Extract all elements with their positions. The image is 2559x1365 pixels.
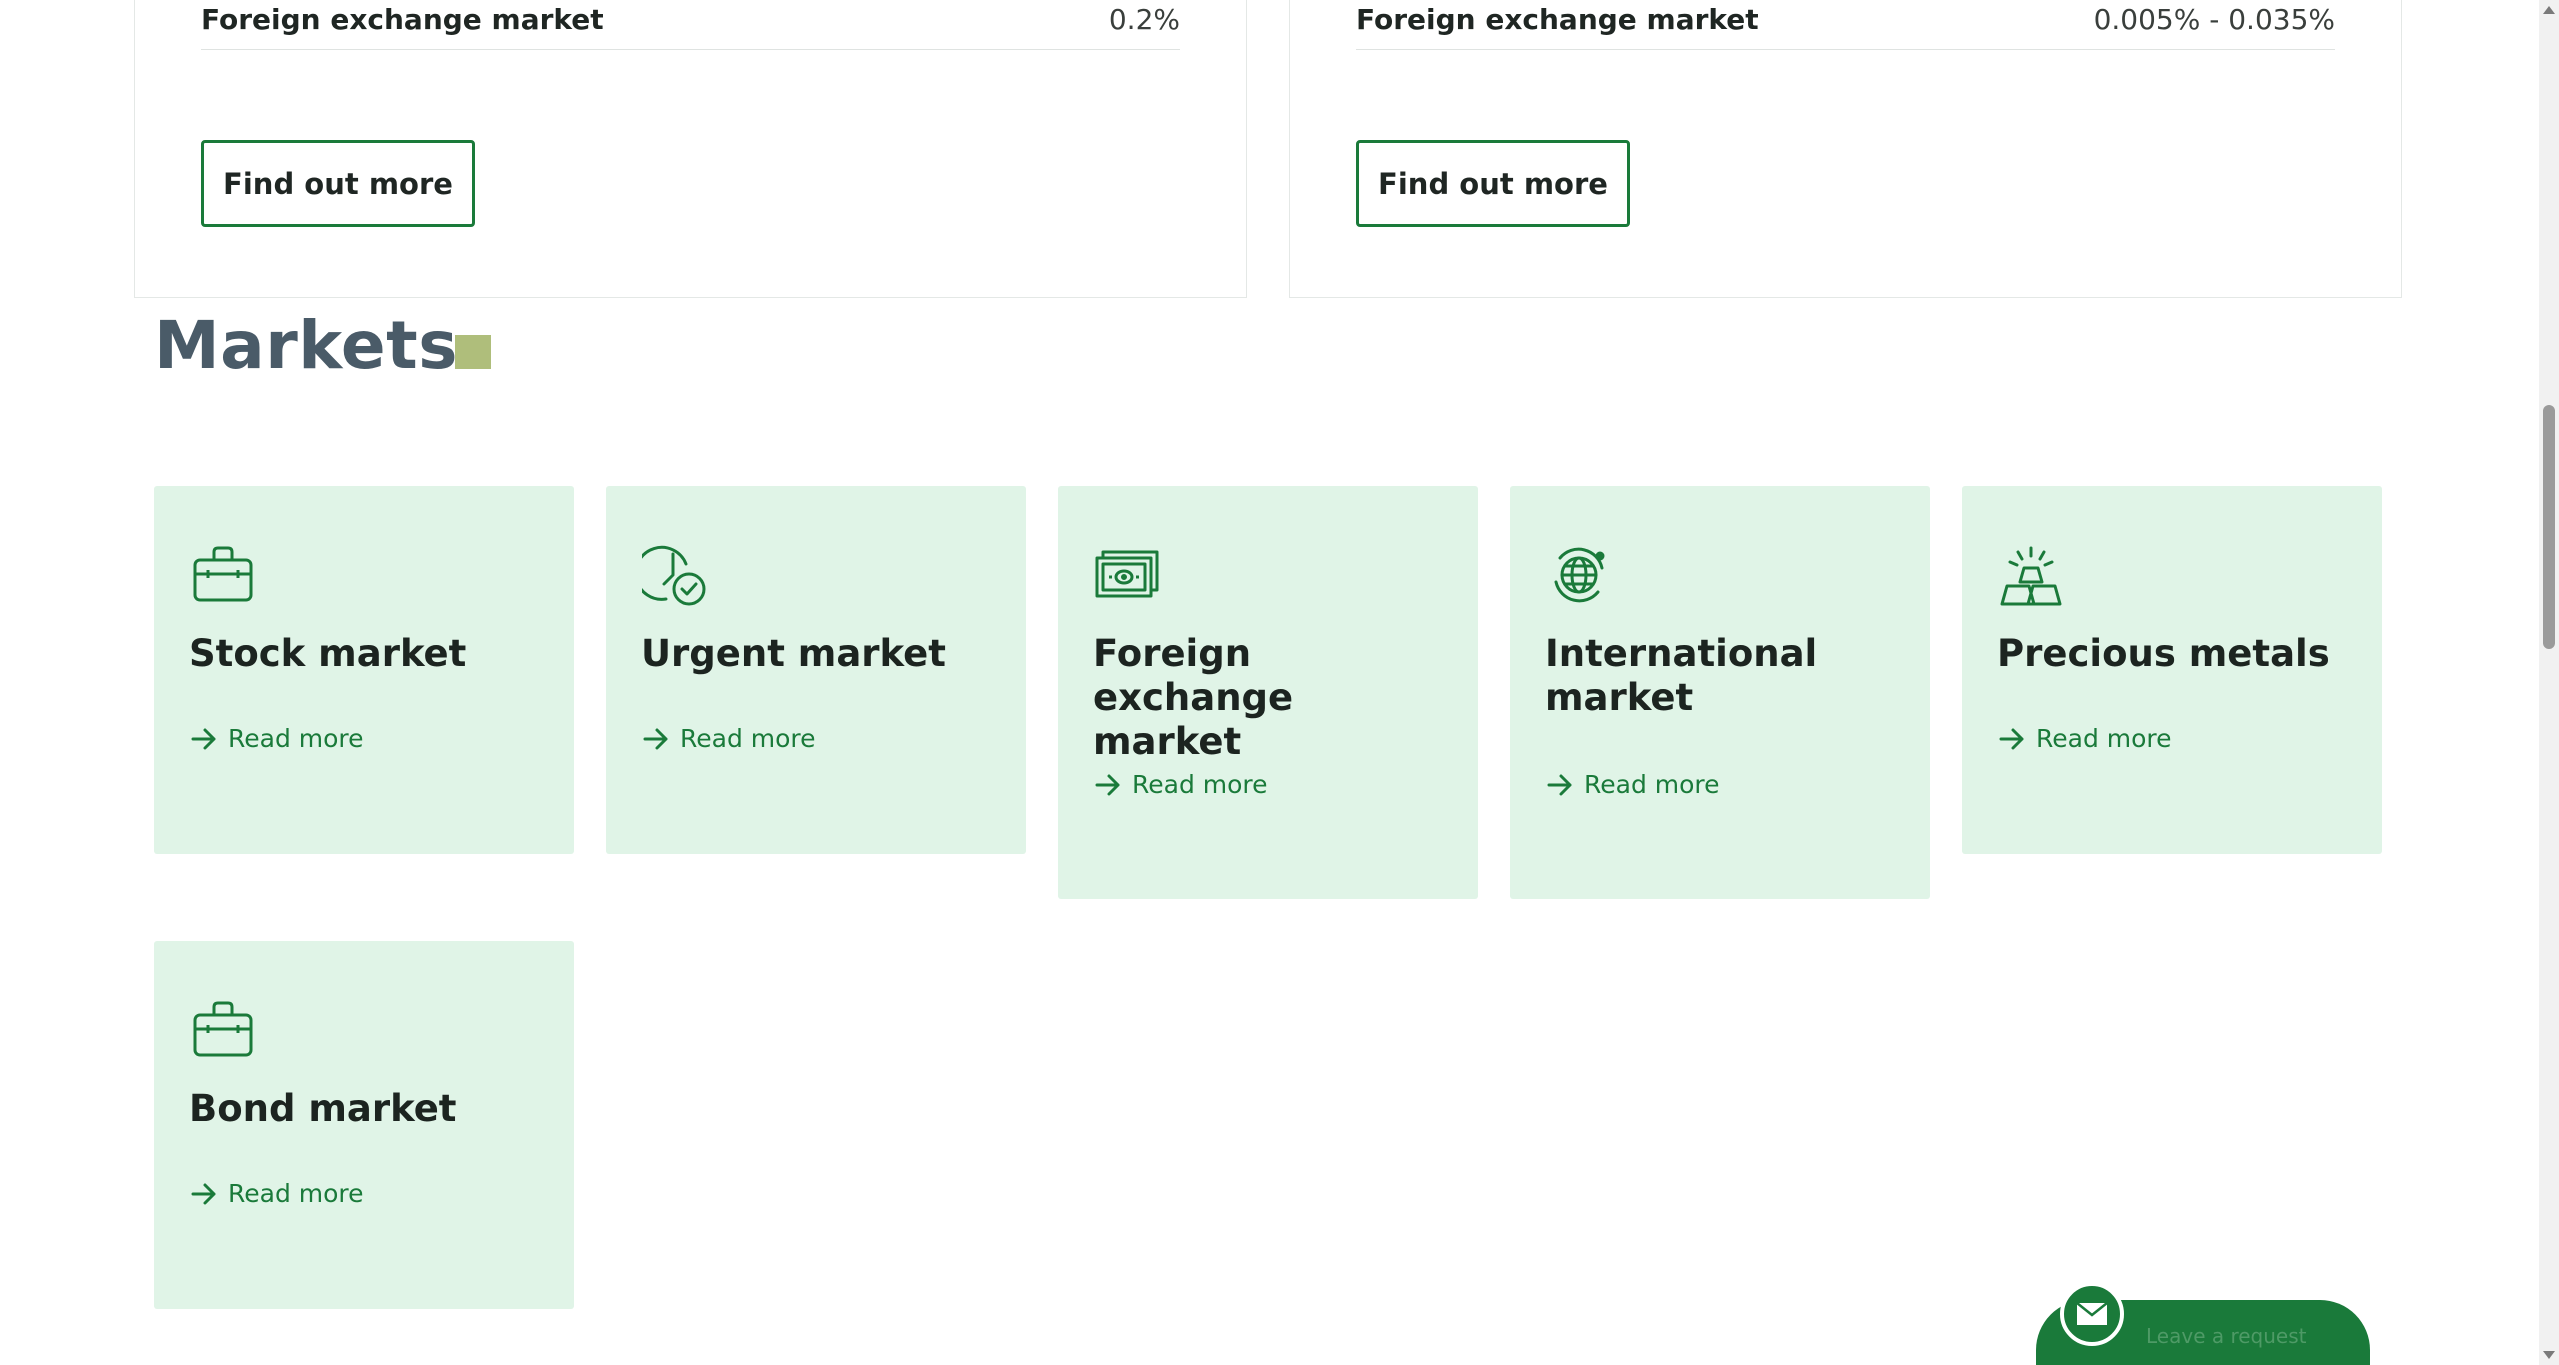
mail-icon[interactable] [2060, 1282, 2124, 1346]
market-tile-precious-metals[interactable]: Precious metals Read more [1962, 486, 2382, 854]
tile-title: International market [1545, 632, 1818, 719]
tile-title: Stock market [189, 632, 467, 675]
read-more-link[interactable]: Read more [190, 1179, 364, 1208]
gold-bars-icon [1998, 542, 2064, 608]
arrow-right-icon [1999, 728, 2024, 749]
tile-title: Bond market [189, 1087, 457, 1130]
read-more-link[interactable]: Read more [190, 724, 364, 753]
briefcase-icon [190, 997, 256, 1063]
page: Foreign exchange market 0.2% Find out mo… [0, 0, 2559, 1365]
read-more-link[interactable]: Read more [642, 724, 816, 753]
banknotes-icon [1094, 542, 1160, 608]
read-more-link[interactable]: Read more [1546, 770, 1720, 799]
read-more-label: Read more [1584, 770, 1720, 799]
read-more-label: Read more [228, 1179, 364, 1208]
arrow-right-icon [191, 1183, 216, 1204]
scroll-down-arrow-icon[interactable] [2543, 1351, 2555, 1359]
market-tile-urgent[interactable]: Urgent market Read more [606, 486, 1026, 854]
read-more-label: Read more [228, 724, 364, 753]
tariff-row: Foreign exchange market 0.005% - 0.035% [1356, 0, 2335, 50]
scroll-thumb[interactable] [2543, 405, 2555, 649]
read-more-link[interactable]: Read more [1998, 724, 2172, 753]
market-tile-stock[interactable]: Stock market Read more [154, 486, 574, 854]
arrow-right-icon [1547, 774, 1572, 795]
globe-icon [1546, 542, 1612, 608]
read-more-label: Read more [680, 724, 816, 753]
tariff-name: Foreign exchange market [201, 3, 604, 36]
tariff-value: 0.005% - 0.035% [2093, 3, 2335, 36]
arrow-right-icon [1095, 774, 1120, 795]
tariff-value: 0.2% [1108, 3, 1180, 36]
tariff-card: Foreign exchange market 0.005% - 0.035% … [1289, 0, 2402, 298]
tariff-name: Foreign exchange market [1356, 3, 1759, 36]
vertical-scrollbar[interactable] [2539, 0, 2559, 1365]
tariff-row: Foreign exchange market 0.2% [201, 0, 1180, 50]
scroll-up-arrow-icon[interactable] [2543, 6, 2555, 14]
title-accent-square [455, 335, 491, 369]
section-title: Markets [154, 307, 458, 384]
briefcase-icon [190, 542, 256, 608]
tile-title: Foreign exchange market [1093, 632, 1294, 763]
market-tile-bond[interactable]: Bond market Read more [154, 941, 574, 1309]
arrow-right-icon [191, 728, 216, 749]
tile-title: Precious metals [1997, 632, 2330, 675]
read-more-label: Read more [2036, 724, 2172, 753]
tariff-card: Foreign exchange market 0.2% Find out mo… [134, 0, 1247, 298]
market-tile-international[interactable]: International market Read more [1510, 486, 1930, 899]
read-more-link[interactable]: Read more [1094, 770, 1268, 799]
arrow-right-icon [643, 728, 668, 749]
read-more-label: Read more [1132, 770, 1268, 799]
leave-request-label: Leave a request [2146, 1324, 2307, 1348]
tile-title: Urgent market [641, 632, 946, 675]
clock-check-icon [634, 542, 708, 608]
find-out-more-button[interactable]: Find out more [201, 140, 475, 227]
find-out-more-button[interactable]: Find out more [1356, 140, 1630, 227]
market-tile-foreign-exchange[interactable]: Foreign exchange market Read more [1058, 486, 1478, 899]
